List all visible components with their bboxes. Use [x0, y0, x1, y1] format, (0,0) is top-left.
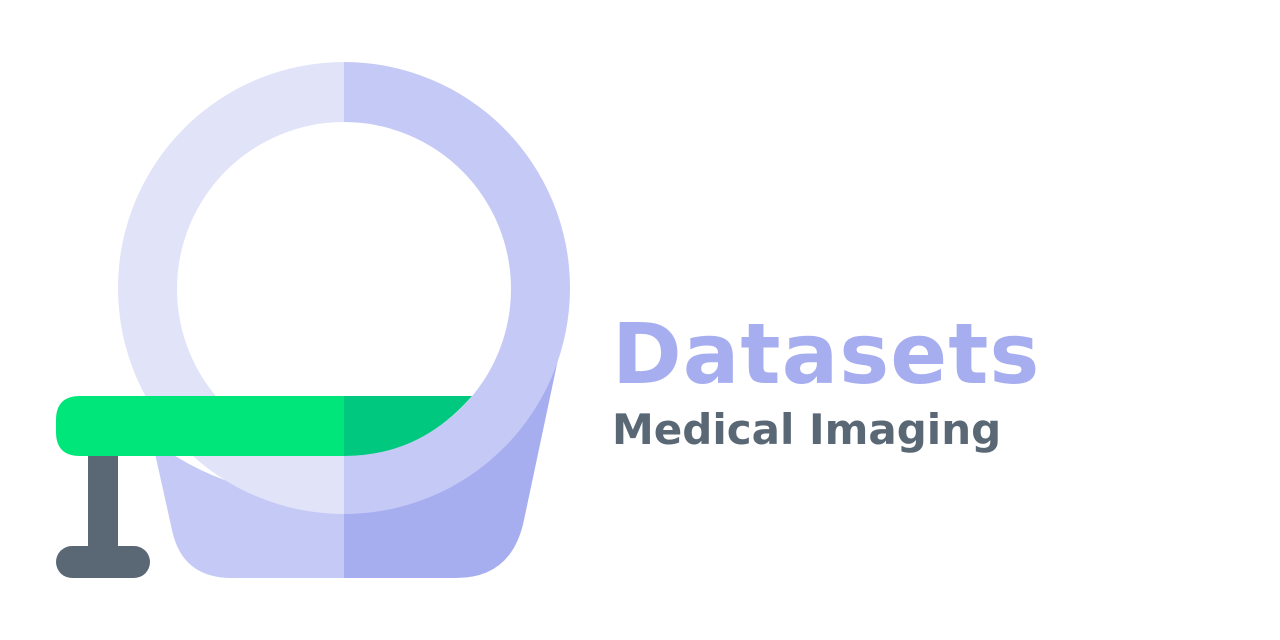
heading-title: Datasets [612, 305, 1041, 403]
table-stand-post [88, 448, 118, 552]
page-canvas: Datasets Medical Imaging [0, 0, 1280, 640]
patient-table [56, 396, 344, 456]
mri-scanner-icon [56, 62, 570, 578]
heading-block: Datasets Medical Imaging [612, 306, 1172, 456]
heading-subtitle: Medical Imaging [612, 405, 1002, 454]
table-stand-foot [56, 546, 150, 578]
